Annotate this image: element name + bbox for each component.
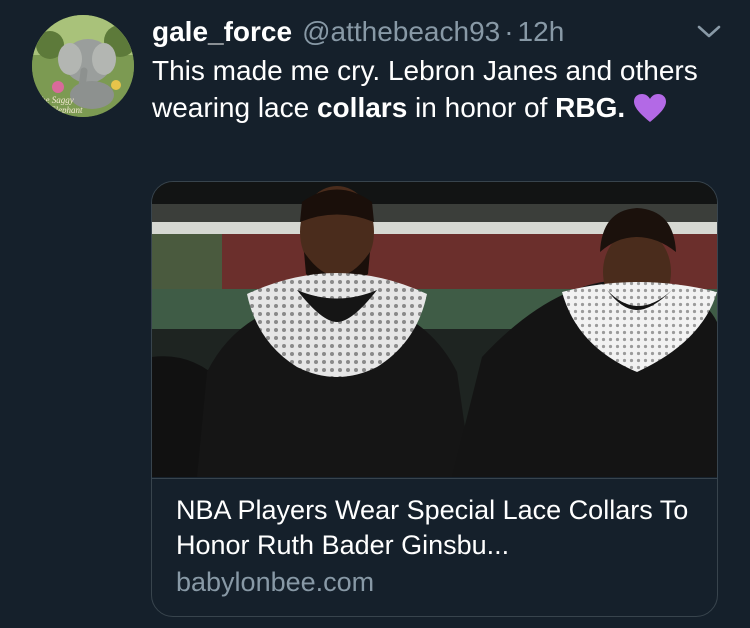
tweet-text: This made me cry. Lebron Janes and other…: [152, 52, 712, 126]
display-name[interactable]: gale_force: [152, 16, 292, 48]
chevron-down-icon[interactable]: [696, 22, 722, 40]
tweet-text-part2: in honor of: [407, 92, 556, 123]
avatar[interactable]: The Saggy Elephant: [32, 15, 134, 117]
link-card[interactable]: NBA Players Wear Special Lace Collars To…: [151, 181, 718, 617]
tweet-text-bold: collars: [316, 92, 408, 123]
timestamp[interactable]: 12h: [518, 16, 565, 48]
tweet-text-bold2: RBG.: [555, 92, 626, 123]
card-domain: babylonbee.com: [176, 567, 375, 597]
elephant-avatar-image: The Saggy Elephant: [32, 15, 134, 117]
card-title: NBA Players Wear Special Lace Collars To…: [176, 495, 689, 560]
card-image: [152, 182, 717, 477]
user-handle[interactable]: @atthebeach93: [302, 16, 500, 48]
separator-dot: ·: [504, 16, 514, 47]
tweet-header: gale_force @atthebeach93 · 12h: [152, 14, 730, 50]
card-meta: NBA Players Wear Special Lace Collars To…: [152, 478, 717, 616]
avatar-caption-1: The Saggy: [36, 95, 74, 105]
avatar-caption-2: Elephant: [49, 105, 83, 115]
purple-heart-icon: [634, 94, 667, 122]
